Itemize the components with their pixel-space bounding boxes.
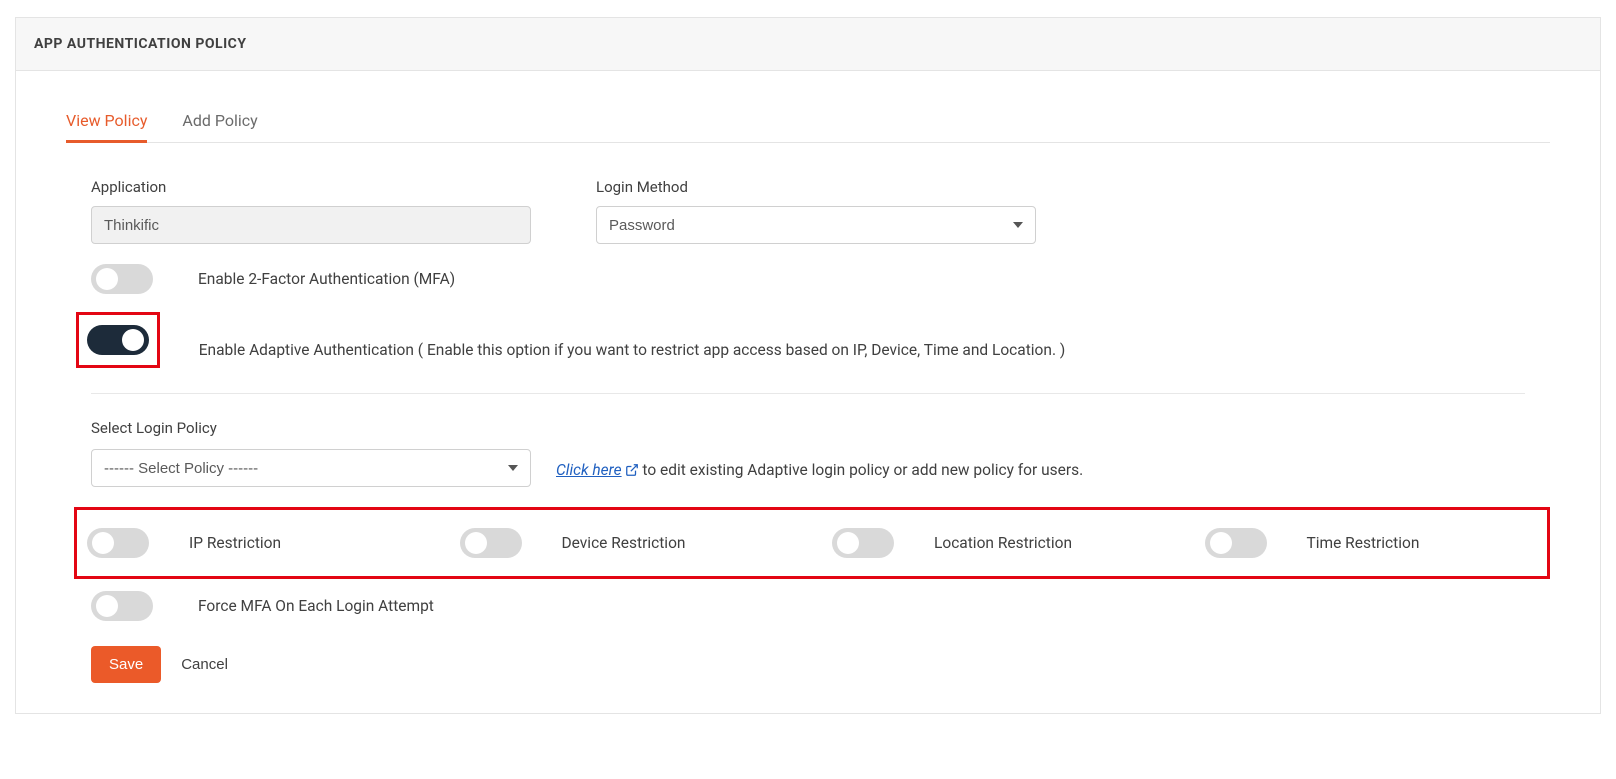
cancel-button[interactable]: Cancel	[181, 656, 228, 673]
tab-view-policy[interactable]: View Policy	[66, 101, 147, 143]
policy-help-text: Click here to edit existing Adaptive log…	[556, 461, 1083, 487]
external-link-icon	[625, 463, 639, 477]
time-restriction-label: Time Restriction	[1307, 534, 1420, 552]
policy-row: Select Login Policy ------ Select Policy…	[91, 419, 1550, 487]
auth-policy-panel: APP AUTHENTICATION POLICY View Policy Ad…	[15, 17, 1601, 714]
login-method-select[interactable]: Password	[596, 206, 1036, 244]
click-here-text: Click here	[556, 461, 622, 479]
click-here-link[interactable]: Click here	[556, 461, 639, 479]
form-row-app-login: Application Login Method Password	[66, 178, 1550, 244]
divider	[91, 393, 1525, 394]
device-restriction-item: Device Restriction	[460, 528, 793, 558]
application-label: Application	[66, 178, 531, 196]
force-mfa-toggle[interactable]	[91, 591, 153, 621]
adaptive-highlight	[76, 312, 160, 368]
click-here-help-text: to edit existing Adaptive login policy o…	[639, 461, 1084, 479]
login-method-field-col: Login Method Password	[571, 178, 1036, 244]
adaptive-toggle[interactable]	[87, 325, 149, 355]
device-restriction-label: Device Restriction	[562, 534, 686, 552]
select-policy-label: Select Login Policy	[91, 419, 531, 437]
location-restriction-toggle[interactable]	[832, 528, 894, 558]
device-restriction-toggle[interactable]	[460, 528, 522, 558]
time-restriction-toggle[interactable]	[1205, 528, 1267, 558]
application-field-col: Application	[66, 178, 531, 244]
mfa-toggle[interactable]	[91, 264, 153, 294]
location-restriction-item: Location Restriction	[832, 528, 1165, 558]
force-mfa-label: Force MFA On Each Login Attempt	[198, 597, 434, 615]
tabs: View Policy Add Policy	[66, 101, 1550, 143]
ip-restriction-item: IP Restriction	[87, 528, 420, 558]
tab-add-policy[interactable]: Add Policy	[182, 101, 257, 142]
actions-row: Save Cancel	[91, 646, 1550, 683]
login-method-label: Login Method	[571, 178, 1036, 196]
mfa-toggle-row: Enable 2-Factor Authentication (MFA)	[91, 264, 1550, 294]
restrictions-highlight: IP Restriction Device Restriction Locati…	[74, 507, 1550, 579]
ip-restriction-label: IP Restriction	[189, 534, 281, 552]
adaptive-row: Enable Adaptive Authentication ( Enable …	[66, 312, 1550, 368]
policy-select-col: Select Login Policy ------ Select Policy…	[91, 419, 531, 487]
ip-restriction-toggle[interactable]	[87, 528, 149, 558]
application-input[interactable]	[91, 206, 531, 244]
mfa-toggle-label: Enable 2-Factor Authentication (MFA)	[198, 270, 455, 288]
panel-title: APP AUTHENTICATION POLICY	[16, 18, 1600, 71]
adaptive-toggle-label: Enable Adaptive Authentication ( Enable …	[199, 341, 1066, 359]
save-button[interactable]: Save	[91, 646, 161, 683]
panel-body: View Policy Add Policy Application Login…	[16, 71, 1600, 713]
location-restriction-label: Location Restriction	[934, 534, 1072, 552]
time-restriction-item: Time Restriction	[1205, 528, 1538, 558]
force-mfa-row: Force MFA On Each Login Attempt	[91, 591, 1550, 621]
select-policy-select[interactable]: ------ Select Policy ------	[91, 449, 531, 487]
